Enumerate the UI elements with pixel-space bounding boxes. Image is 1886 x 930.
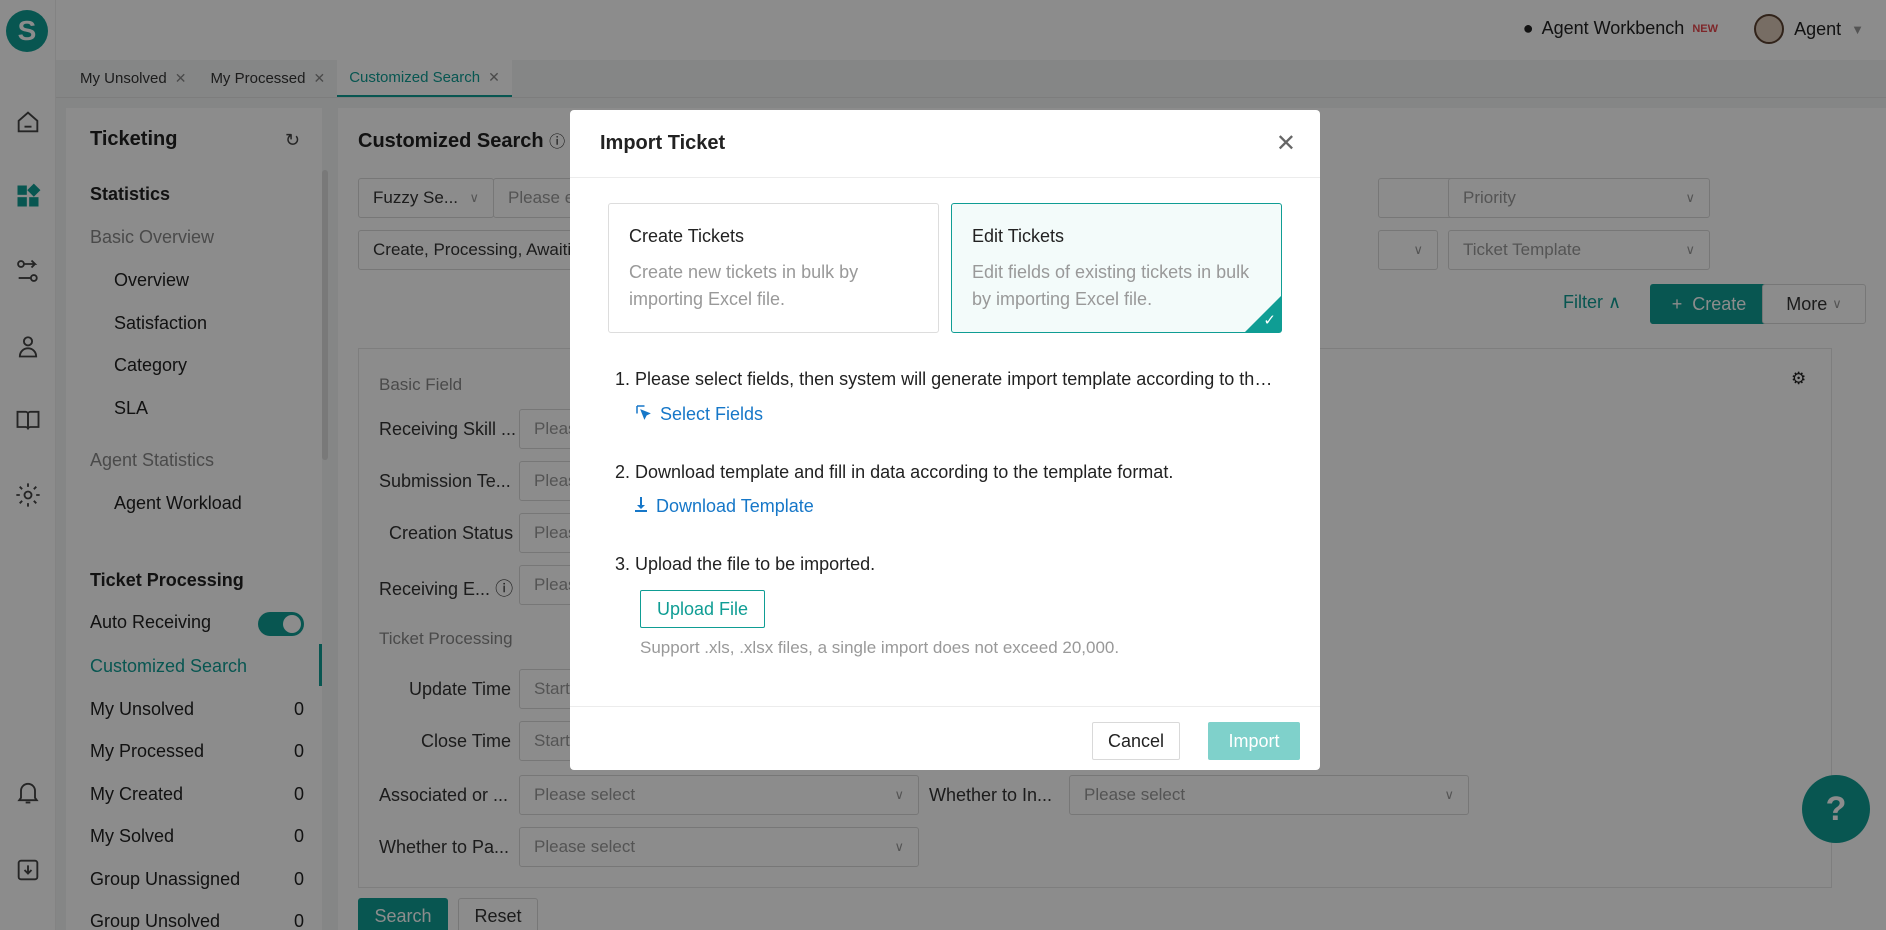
modal-header: Import Ticket [570, 110, 1320, 178]
option-edit-tickets[interactable]: Edit Tickets Edit fields of existing tic… [951, 203, 1282, 333]
option-description: Create new tickets in bulk by importing … [629, 262, 859, 309]
import-button[interactable]: Import [1208, 722, 1300, 760]
step-2-text: 2. Download template and fill in data ac… [615, 462, 1174, 482]
step-3-text: 3. Upload the file to be imported. [615, 554, 876, 574]
link-label: Download Template [656, 496, 814, 516]
option-create-tickets[interactable]: Create Tickets Create new tickets in bul… [608, 203, 939, 333]
upload-hint: Support .xls, .xlsx files, a single impo… [640, 638, 1120, 657]
checkmark-icon: ✓ [1263, 312, 1276, 329]
cursor-select-icon [634, 403, 652, 426]
link-label: Select Fields [660, 404, 764, 424]
cancel-button[interactable]: Cancel [1092, 722, 1180, 760]
download-template-link[interactable]: Download Template [634, 496, 814, 517]
modal-title: Import Ticket [600, 132, 726, 154]
close-icon[interactable]: ✕ [1276, 132, 1296, 156]
step-1-text: 1. Please select fields, then system wil… [615, 369, 1275, 389]
download-icon [634, 496, 648, 517]
option-description: Edit fields of existing tickets in bulk … [972, 262, 1250, 309]
select-fields-link[interactable]: Select Fields [634, 403, 763, 426]
upload-file-button[interactable]: Upload File [640, 590, 765, 628]
modal-footer: Cancel Import [570, 706, 1320, 770]
import-ticket-modal: Import Ticket ✕ Create Tickets Create ne… [570, 110, 1320, 770]
option-title: Create Tickets [629, 226, 745, 246]
option-title: Edit Tickets [972, 226, 1065, 246]
